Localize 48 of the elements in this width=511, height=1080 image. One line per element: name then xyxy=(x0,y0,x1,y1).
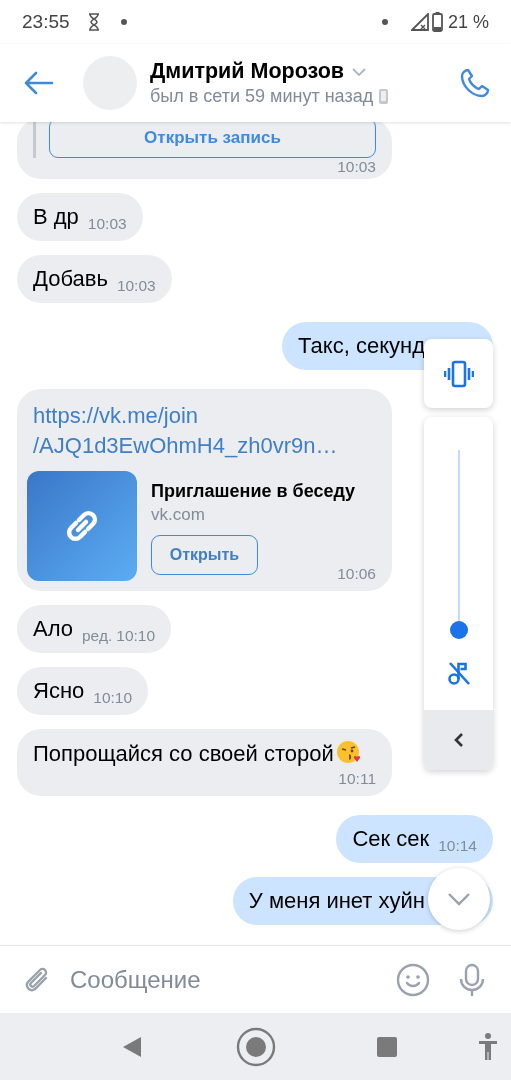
vibrate-mode-button[interactable] xyxy=(424,339,493,408)
message-time: 10:03 xyxy=(337,158,376,176)
message-time: 10:03 xyxy=(116,277,156,295)
link-thumbnail[interactable] xyxy=(27,471,137,581)
chevron-left-icon xyxy=(453,732,464,748)
contact-name[interactable]: Дмитрий Морозов xyxy=(150,59,345,84)
dot-icon xyxy=(381,19,388,25)
back-arrow-icon[interactable] xyxy=(24,71,54,95)
link-domain: vk.com xyxy=(151,505,206,525)
back-triangle-icon[interactable] xyxy=(122,1035,142,1058)
accessibility-icon[interactable] xyxy=(478,1032,498,1061)
battery-icon xyxy=(431,12,443,32)
message-text: Сек сек xyxy=(352,826,430,852)
message-time: 10:06 xyxy=(337,565,376,583)
message-text: Ало xyxy=(33,616,73,642)
chevron-down-icon[interactable] xyxy=(352,67,367,76)
chevron-down-icon xyxy=(447,892,471,906)
square-icon[interactable] xyxy=(376,1035,398,1058)
edited-label: ред. xyxy=(82,627,113,645)
last-seen-status: был в сети 59 минут назад xyxy=(150,86,374,107)
microphone-icon[interactable] xyxy=(458,962,486,997)
link-title: Приглашение в беседу xyxy=(151,481,356,502)
signal-icon xyxy=(410,13,429,31)
message-text: Такс, секунд xyxy=(298,333,425,359)
hourglass-icon xyxy=(86,13,101,31)
link[interactable]: https://vk.me/join xyxy=(33,401,376,431)
muted-note-icon[interactable] xyxy=(446,660,471,686)
vibrate-icon xyxy=(443,358,474,389)
message-time: 10:11 xyxy=(338,770,376,788)
phone-call-icon[interactable] xyxy=(459,67,491,99)
message-time: 10:10 xyxy=(116,627,156,645)
clock-time: 23:55 xyxy=(22,11,70,33)
message-text: Попрощайся со своей сторой xyxy=(33,741,334,767)
dot-icon xyxy=(120,19,127,25)
open-button[interactable]: Открыть xyxy=(151,535,258,575)
message-time: 10:03 xyxy=(87,215,127,233)
message-text: Добавь xyxy=(33,266,108,292)
message-text: В др xyxy=(33,204,79,230)
mobile-phone-icon xyxy=(379,89,389,104)
smiley-icon[interactable] xyxy=(396,962,430,997)
home-circle-icon[interactable] xyxy=(236,1026,276,1067)
message-time: 10:14 xyxy=(438,837,477,855)
link[interactable]: /AJQ1d3EwOhmH4_zh0vr9n… xyxy=(33,431,376,461)
message-text: Ясно xyxy=(33,678,85,704)
battery-percent: 21 % xyxy=(447,11,489,33)
message-input-field[interactable]: Сообщение xyxy=(68,964,396,995)
message-time: 10:10 xyxy=(93,689,133,707)
message-text: У меня инет хуйн xyxy=(248,888,425,914)
